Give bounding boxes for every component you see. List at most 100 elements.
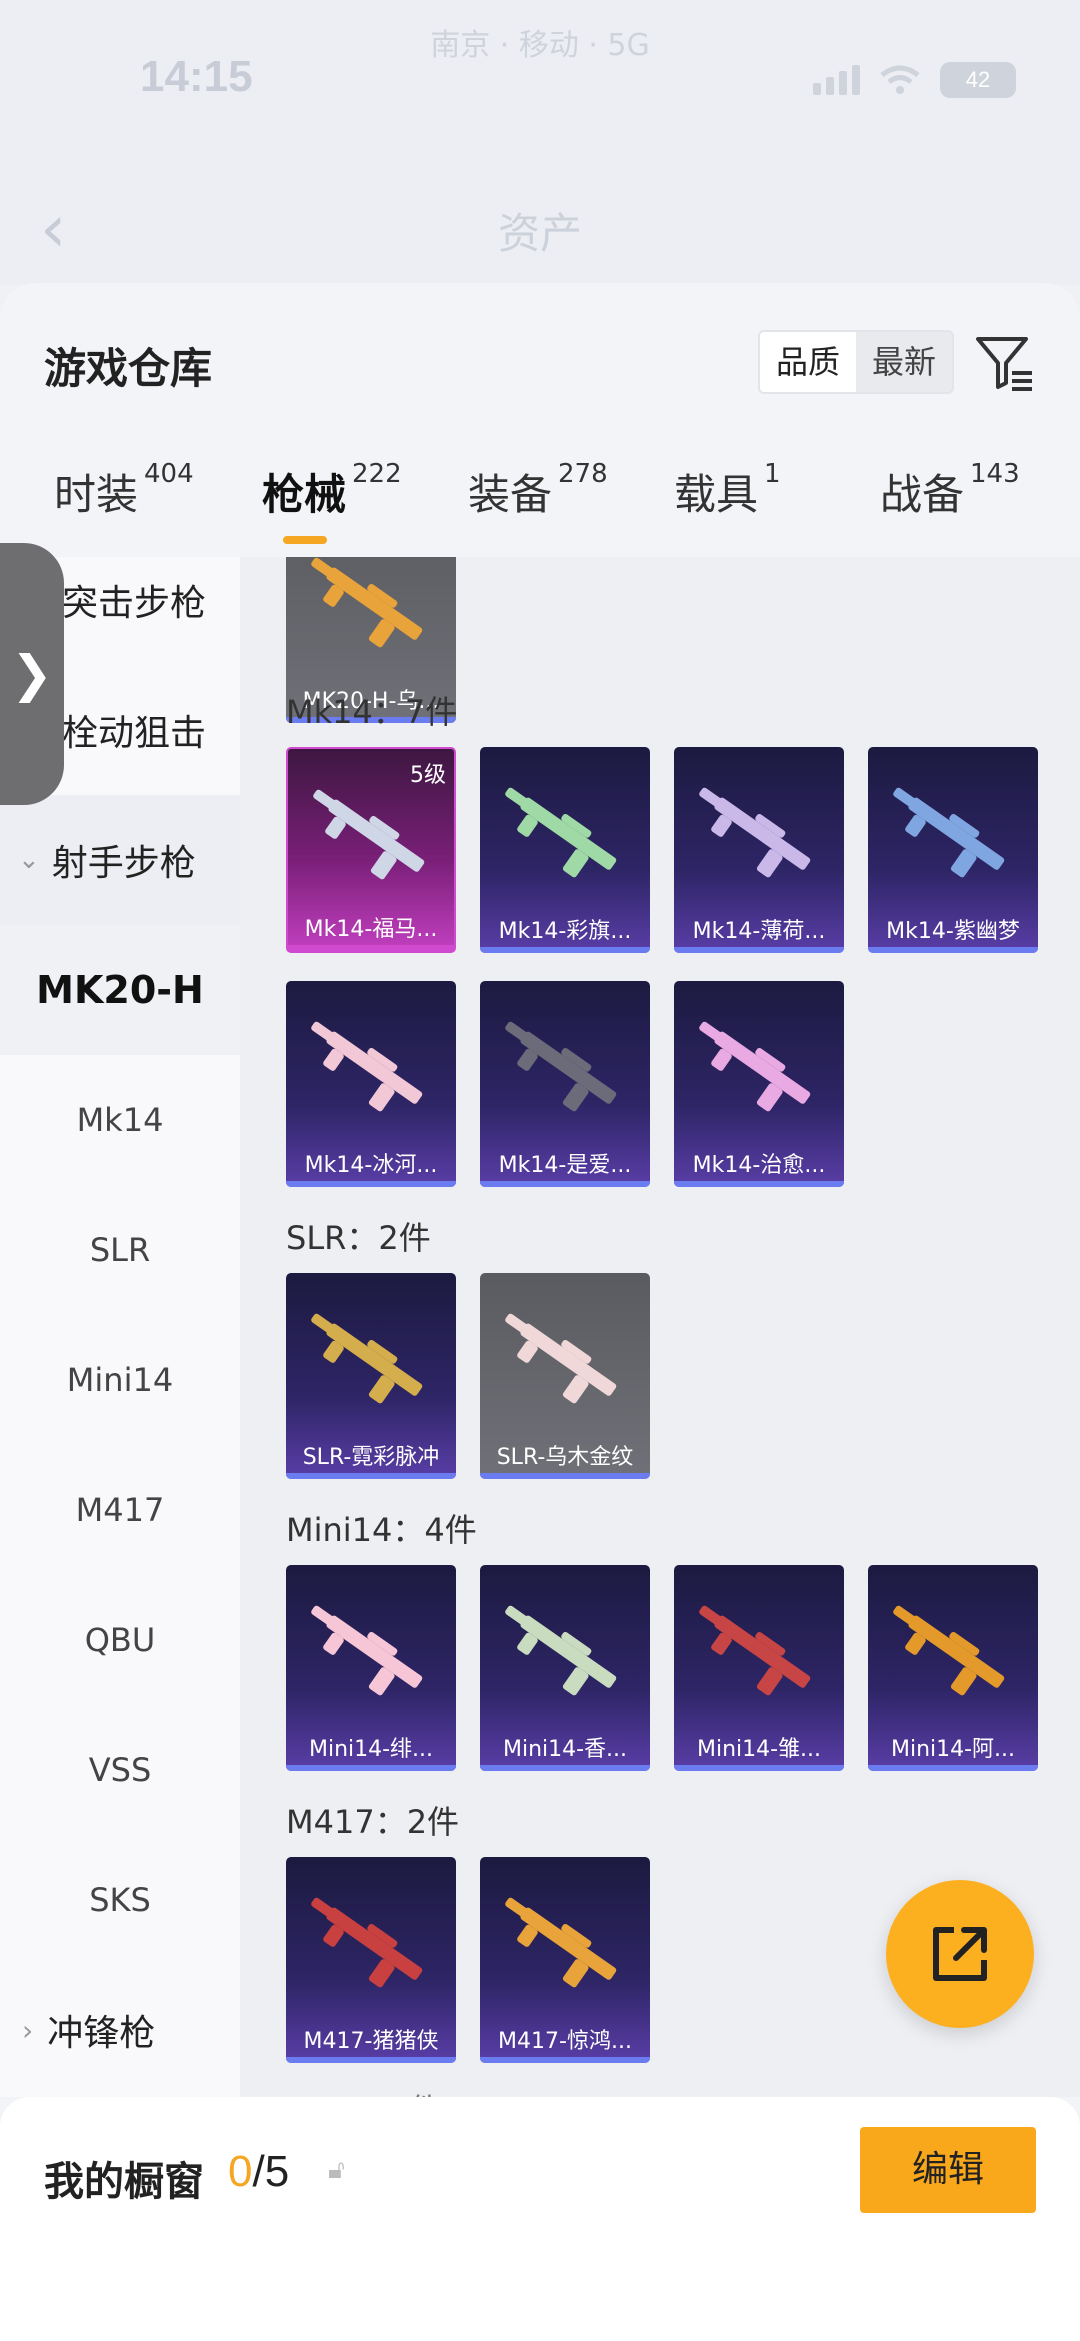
skin-card[interactable]: SLR-乌木金纹 — [480, 1273, 650, 1479]
gun-image — [505, 1021, 617, 1112]
card-rarity-bar — [480, 2057, 650, 2063]
sort-quality[interactable]: 品质 — [760, 332, 856, 392]
skin-name: Mk14-治愈... — [692, 1153, 826, 1178]
filter-icon[interactable] — [974, 333, 1034, 393]
skin-card[interactable]: Mini14-绯... — [286, 1565, 456, 1771]
tab-equipment[interactable]: 装备 278 — [468, 459, 608, 522]
gun-image — [893, 787, 1005, 878]
sidebar-item-dmr[interactable]: ⌄ 射手步枪 — [0, 795, 240, 925]
card-rarity-bar — [480, 947, 650, 953]
lock-icon: 🔓︎ — [328, 2155, 345, 2185]
skin-name: SLR-乌木金纹 — [496, 1445, 634, 1470]
wifi-icon — [880, 65, 920, 94]
sidebar-sub-qbu[interactable]: QBU — [0, 1575, 240, 1705]
sidebar-item-label: 栓动狙击 — [62, 713, 207, 754]
skin-name: Mk14-紫幽梦 — [886, 919, 1020, 944]
sidebar-sub-sks[interactable]: SKS — [0, 1835, 240, 1965]
sidebar-sub-slr[interactable]: SLR — [0, 1185, 240, 1315]
nav-title: 资产 — [497, 209, 582, 258]
sidebar-sub-mini14[interactable]: Mini14 — [0, 1315, 240, 1445]
collapse-chevron-icon: › — [22, 2013, 34, 2047]
share-icon — [933, 1927, 987, 1981]
tab-label: 装备 — [468, 470, 553, 519]
active-tab-underline — [283, 536, 327, 544]
skin-card[interactable]: Mk14-紫幽梦 — [868, 747, 1038, 953]
sidebar-sub-vss[interactable]: VSS — [0, 1705, 240, 1835]
card-rarity-bar — [286, 1765, 456, 1771]
gun-image — [505, 787, 617, 878]
skin-card[interactable]: Mk14-薄荷... — [674, 747, 844, 953]
status-icons: 42 — [813, 62, 1016, 98]
tab-count: 1 — [764, 459, 781, 489]
skin-card[interactable]: 5级 Mk14-福马... — [286, 747, 456, 953]
sort-toggle: 品质 最新 — [758, 330, 954, 394]
showcase-title: 我的橱窗 — [44, 2159, 204, 2205]
sheet-title: 游戏仓库 — [44, 344, 213, 393]
sort-newest[interactable]: 最新 — [856, 332, 952, 392]
showcase-count-total: /5 — [252, 2147, 290, 2196]
section-title: M417：2件 — [286, 1803, 460, 1841]
skin-card[interactable]: Mini14-香... — [480, 1565, 650, 1771]
skin-name: Mk14-冰河... — [304, 1153, 438, 1178]
skin-card[interactable]: M417-惊鸿... — [480, 1857, 650, 2063]
tab-count: 222 — [352, 459, 402, 489]
skin-name: Mini14-雏... — [696, 1737, 822, 1762]
section-title: Mini14：4件 — [286, 1511, 477, 1549]
skin-name: Mk14-是爱... — [498, 1153, 632, 1178]
sidebar-item-label: 冲锋枪 — [47, 2013, 156, 2054]
card-rarity-bar — [480, 1765, 650, 1771]
gun-image — [699, 787, 811, 878]
skin-card[interactable]: Mk14-彩旗... — [480, 747, 650, 953]
skin-card[interactable]: Mk14-是爱... — [480, 981, 650, 1187]
sidebar-sub-mk20h[interactable]: MK20-H — [0, 925, 240, 1055]
card-rarity-bar — [868, 947, 1038, 953]
card-rarity-bar — [674, 1765, 844, 1771]
card-rarity-bar — [288, 945, 454, 951]
skin-card[interactable]: Mk14-冰河... — [286, 981, 456, 1187]
gun-image — [311, 1897, 423, 1988]
status-center-text: 南京 · 移动 · 5G — [430, 28, 650, 63]
skin-card[interactable]: Mk14-治愈... — [674, 981, 844, 1187]
section-title: Mk14：7件 — [286, 693, 458, 731]
sidebar-item-label: 射手步枪 — [51, 843, 196, 884]
tab-label: 时装 — [54, 470, 139, 519]
card-rarity-bar — [674, 947, 844, 953]
card-rarity-bar — [480, 1181, 650, 1187]
gun-image — [311, 1021, 423, 1112]
skin-card[interactable]: M417-猪猪侠 — [286, 1857, 456, 2063]
card-rarity-bar — [286, 1473, 456, 1479]
showcase-count: 0/5 — [228, 2147, 289, 2197]
gun-image — [311, 557, 423, 648]
tab-count: 143 — [970, 459, 1020, 489]
tab-guns[interactable]: 枪械 222 — [262, 459, 402, 522]
skin-name: Mini14-绯... — [308, 1737, 434, 1762]
skin-name: Mk14-彩旗... — [498, 919, 632, 944]
tab-supplies[interactable]: 战备 143 — [880, 459, 1020, 522]
signal-icon — [813, 65, 860, 95]
sidebar-item-label: 突击步枪 — [62, 583, 207, 624]
edit-button[interactable]: 编辑 — [860, 2127, 1036, 2213]
expand-chevron-icon: ⌄ — [18, 845, 40, 875]
skin-card[interactable]: Mini14-雏... — [674, 1565, 844, 1771]
showcase-count-current: 0 — [228, 2147, 253, 2196]
section-title: QBU：1件 — [286, 2085, 441, 2097]
gun-image — [505, 1313, 617, 1404]
skin-card[interactable]: SLR-霓彩脉冲 — [286, 1273, 456, 1479]
skin-name: SLR-霓彩脉冲 — [302, 1445, 440, 1470]
skin-card[interactable]: Mini14-阿... — [868, 1565, 1038, 1771]
sidebar-item-smg[interactable]: › 冲锋枪 — [0, 1965, 240, 2095]
status-bar: 14:15 南京 · 移动 · 5G 42 ‹ 资产 — [0, 0, 1080, 285]
sidebar-sub-mk14[interactable]: Mk14 — [0, 1055, 240, 1185]
sidebar-sub-m417[interactable]: M417 — [0, 1445, 240, 1575]
card-rarity-bar — [286, 2057, 456, 2063]
gun-image — [505, 1605, 617, 1696]
skin-name: Mini14-香... — [502, 1737, 628, 1762]
gun-image — [893, 1605, 1005, 1696]
tab-vehicles[interactable]: 载具 1 — [674, 459, 781, 522]
share-button[interactable] — [886, 1880, 1034, 2028]
skin-name: Mk14-福马... — [304, 917, 438, 942]
chevron-right-icon: ❯ — [11, 645, 53, 703]
tab-fashion[interactable]: 时装 404 — [54, 459, 194, 522]
level-badge: 5级 — [410, 763, 446, 788]
drawer-toggle-button[interactable]: ❯ — [0, 543, 64, 805]
